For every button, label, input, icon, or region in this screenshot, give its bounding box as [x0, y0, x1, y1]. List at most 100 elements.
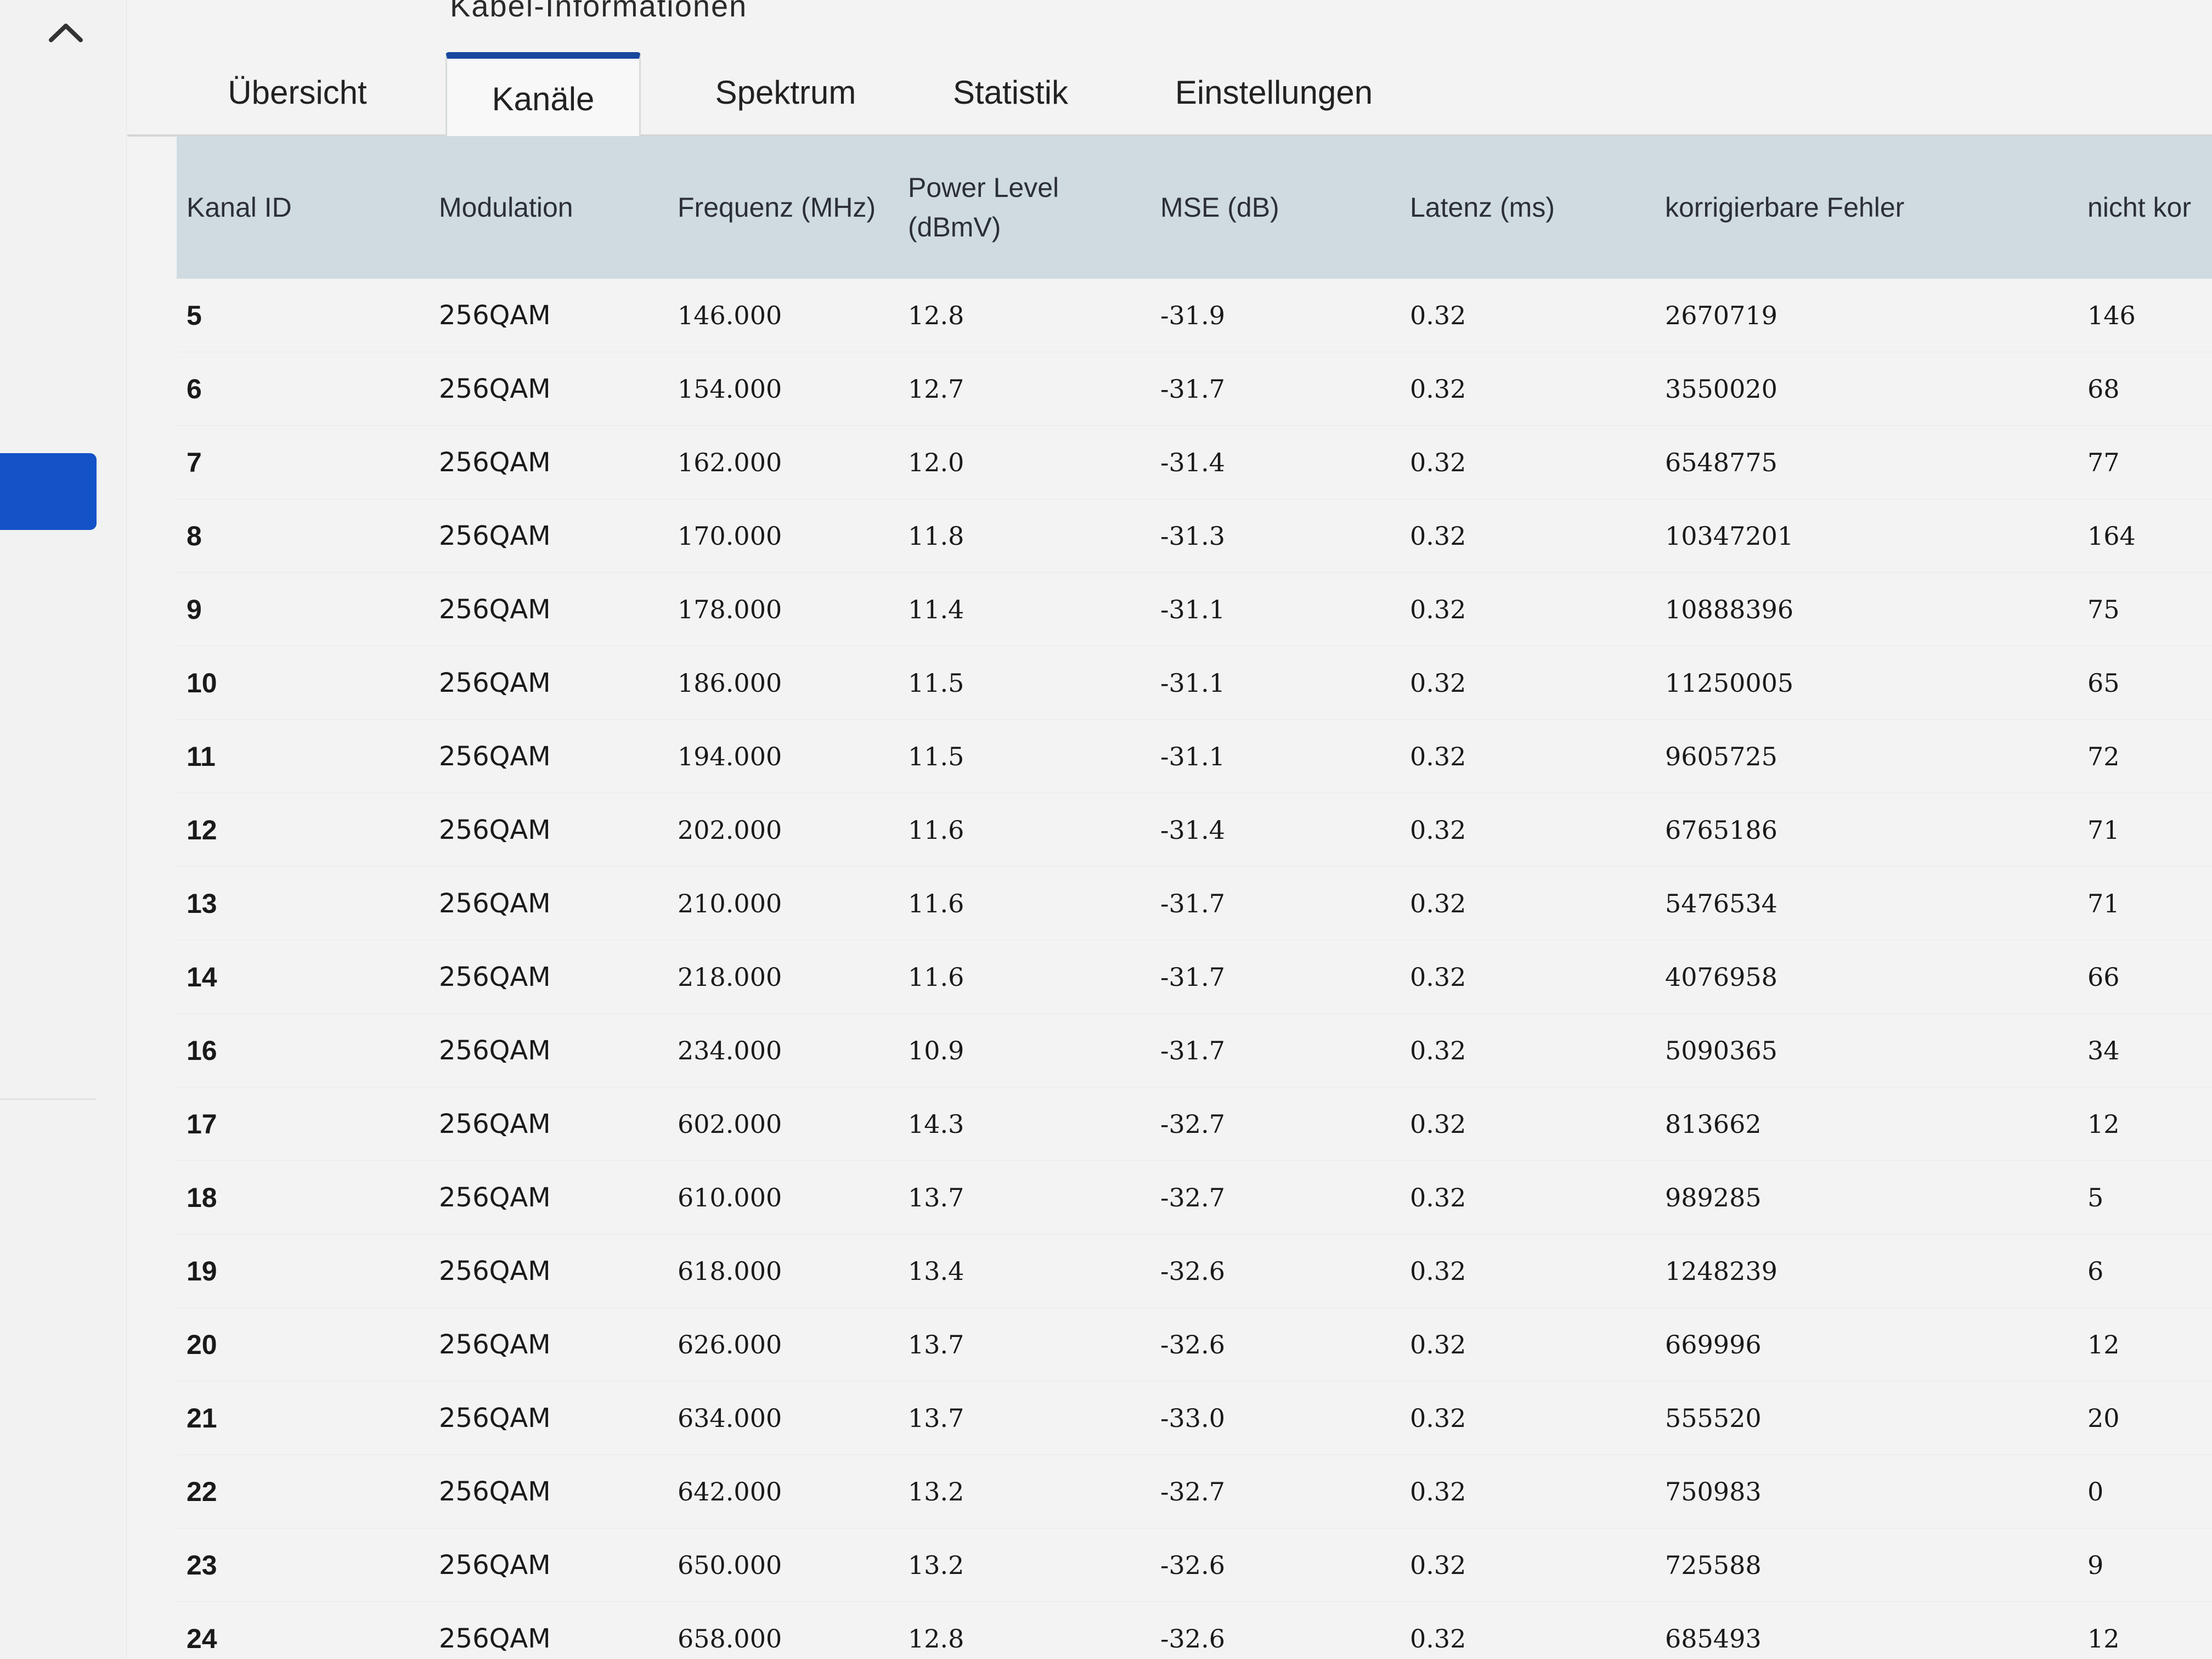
cell-power-level: 11.6: [908, 962, 964, 992]
cell-modulation: 256QAM: [439, 1255, 551, 1286]
cell-nicht-korrigierbare-fehler: 146: [2087, 300, 2136, 330]
cell-latenz: 0.32: [1410, 521, 1466, 551]
table-row: 11 256QAM 194.000 11.5 -31.1 0.32 9605725 72: [177, 720, 2212, 793]
cell-power-level: 12.8: [908, 300, 964, 330]
cell-power-level: 12.7: [908, 374, 964, 404]
cell-kanal-id: 20: [187, 1329, 217, 1360]
tab-uebersicht[interactable]: Übersicht: [215, 52, 380, 132]
header-nicht-korrigierbare-fehler[interactable]: nicht kor: [2078, 136, 2212, 279]
cell-nicht-korrigierbare-fehler: 71: [2087, 815, 2120, 845]
cell-korrigierbare-fehler: 6765186: [1665, 815, 1778, 845]
cell-frequenz: 218.000: [678, 962, 782, 992]
cell-nicht-korrigierbare-fehler: 65: [2087, 668, 2120, 698]
cell-frequenz: 234.000: [678, 1035, 782, 1065]
cell-nicht-korrigierbare-fehler: 72: [2087, 741, 2120, 771]
cell-kanal-id: 16: [187, 1035, 217, 1066]
cell-mse: -31.9: [1160, 300, 1225, 330]
cell-korrigierbare-fehler: 3550020: [1665, 374, 1778, 404]
cell-korrigierbare-fehler: 725588: [1665, 1550, 1762, 1580]
chevron-up-icon: [49, 24, 83, 42]
header-power-level[interactable]: Power Level (dBmV): [898, 136, 1150, 279]
cell-frequenz: 634.000: [678, 1403, 782, 1433]
cell-kanal-id: 11: [187, 741, 216, 772]
cell-frequenz: 626.000: [678, 1329, 782, 1359]
header-mse[interactable]: MSE (dB): [1150, 136, 1400, 279]
cell-korrigierbare-fehler: 555520: [1665, 1403, 1762, 1433]
cell-power-level: 11.5: [908, 668, 964, 698]
cell-nicht-korrigierbare-fehler: 77: [2087, 447, 2120, 477]
cell-mse: -31.7: [1160, 374, 1225, 404]
cell-korrigierbare-fehler: 5090365: [1665, 1035, 1778, 1065]
tab-einstellungen[interactable]: Einstellungen: [1137, 52, 1411, 132]
cell-frequenz: 610.000: [678, 1182, 782, 1212]
cell-modulation: 256QAM: [439, 520, 551, 551]
cell-power-level: 10.9: [908, 1035, 964, 1065]
table-row: 13 256QAM 210.000 11.6 -31.7 0.32 5476534 71: [177, 867, 2212, 940]
cell-modulation: 256QAM: [439, 1402, 551, 1434]
cell-modulation: 256QAM: [439, 1623, 551, 1654]
cell-kanal-id: 5: [187, 300, 202, 331]
cell-kanal-id: 9: [187, 594, 202, 625]
header-frequenz[interactable]: Frequenz (MHz): [668, 136, 898, 279]
cell-latenz: 0.32: [1410, 1182, 1466, 1212]
cell-kanal-id: 24: [187, 1623, 217, 1654]
cell-kanal-id: 8: [187, 520, 202, 551]
header-korrigierbare-fehler[interactable]: korrigierbare Fehler: [1655, 136, 2078, 279]
sidebar-collapse-button[interactable]: [47, 15, 85, 48]
cell-mse: -31.1: [1160, 594, 1225, 624]
table-row: 17 256QAM 602.000 14.3 -32.7 0.32 813662 12: [177, 1087, 2212, 1161]
cell-power-level: 12.0: [908, 447, 964, 477]
cell-latenz: 0.32: [1410, 1256, 1466, 1286]
table-row: 23 256QAM 650.000 13.2 -32.6 0.32 725588 9: [177, 1528, 2212, 1602]
table-row: 21 256QAM 634.000 13.7 -33.0 0.32 555520 20: [177, 1381, 2212, 1455]
cell-kanal-id: 18: [187, 1182, 217, 1213]
cell-modulation: 256QAM: [439, 1108, 551, 1139]
sidebar-divider: [0, 1098, 97, 1100]
channel-table-container[interactable]: Kanal ID Modulation Frequenz (MHz) Power…: [177, 136, 2212, 1659]
tab-statistik[interactable]: Statistik: [912, 52, 1109, 132]
header-modulation[interactable]: Modulation: [429, 136, 668, 279]
cell-frequenz: 194.000: [678, 741, 782, 771]
cell-nicht-korrigierbare-fehler: 68: [2087, 374, 2120, 404]
cell-power-level: 13.2: [908, 1476, 964, 1506]
cell-mse: -32.7: [1160, 1182, 1225, 1212]
cell-latenz: 0.32: [1410, 668, 1466, 698]
cell-mse: -31.7: [1160, 888, 1225, 918]
table-row: 20 256QAM 626.000 13.7 -32.6 0.32 669996 12: [177, 1308, 2212, 1381]
header-kanal-id[interactable]: Kanal ID: [177, 136, 429, 279]
table-row: 24 256QAM 658.000 12.8 -32.6 0.32 685493 12: [177, 1602, 2212, 1659]
cell-modulation: 256QAM: [439, 961, 551, 992]
cell-korrigierbare-fehler: 1248239: [1665, 1256, 1778, 1286]
cell-korrigierbare-fehler: 2670719: [1665, 300, 1778, 330]
cell-korrigierbare-fehler: 9605725: [1665, 741, 1778, 771]
header-latenz[interactable]: Latenz (ms): [1400, 136, 1655, 279]
cell-frequenz: 202.000: [678, 815, 782, 845]
cell-modulation: 256QAM: [439, 373, 551, 404]
cell-korrigierbare-fehler: 10347201: [1665, 521, 1794, 551]
cell-kanal-id: 21: [187, 1402, 217, 1434]
cell-nicht-korrigierbare-fehler: 71: [2087, 888, 2120, 918]
cell-korrigierbare-fehler: 989285: [1665, 1182, 1762, 1212]
cell-korrigierbare-fehler: 669996: [1665, 1329, 1762, 1359]
table-body: 5 256QAM 146.000 12.8 -31.9 0.32 2670719 146 6 25…: [177, 279, 2212, 1659]
cell-mse: -31.4: [1160, 815, 1225, 845]
cell-modulation: 256QAM: [439, 1035, 551, 1066]
sidebar-item-active[interactable]: [0, 453, 97, 530]
tab-spektrum[interactable]: Spektrum: [681, 52, 890, 132]
cell-frequenz: 602.000: [678, 1109, 782, 1139]
cell-nicht-korrigierbare-fehler: 164: [2087, 521, 2136, 551]
tab-kanaele[interactable]: Kanäle: [445, 52, 641, 139]
cell-latenz: 0.32: [1410, 1623, 1466, 1654]
cell-latenz: 0.32: [1410, 741, 1466, 771]
table-row: 19 256QAM 618.000 13.4 -32.6 0.32 1248239 6: [177, 1234, 2212, 1308]
cell-power-level: 11.6: [908, 815, 964, 845]
cell-power-level: 13.4: [908, 1256, 964, 1286]
cell-nicht-korrigierbare-fehler: 5: [2087, 1182, 2104, 1212]
cell-kanal-id: 17: [187, 1108, 217, 1139]
cell-latenz: 0.32: [1410, 888, 1466, 918]
cell-modulation: 256QAM: [439, 667, 551, 698]
cell-modulation: 256QAM: [439, 741, 551, 772]
cell-kanal-id: 7: [187, 447, 202, 478]
cell-latenz: 0.32: [1410, 447, 1466, 477]
cell-nicht-korrigierbare-fehler: 12: [2087, 1623, 2120, 1654]
